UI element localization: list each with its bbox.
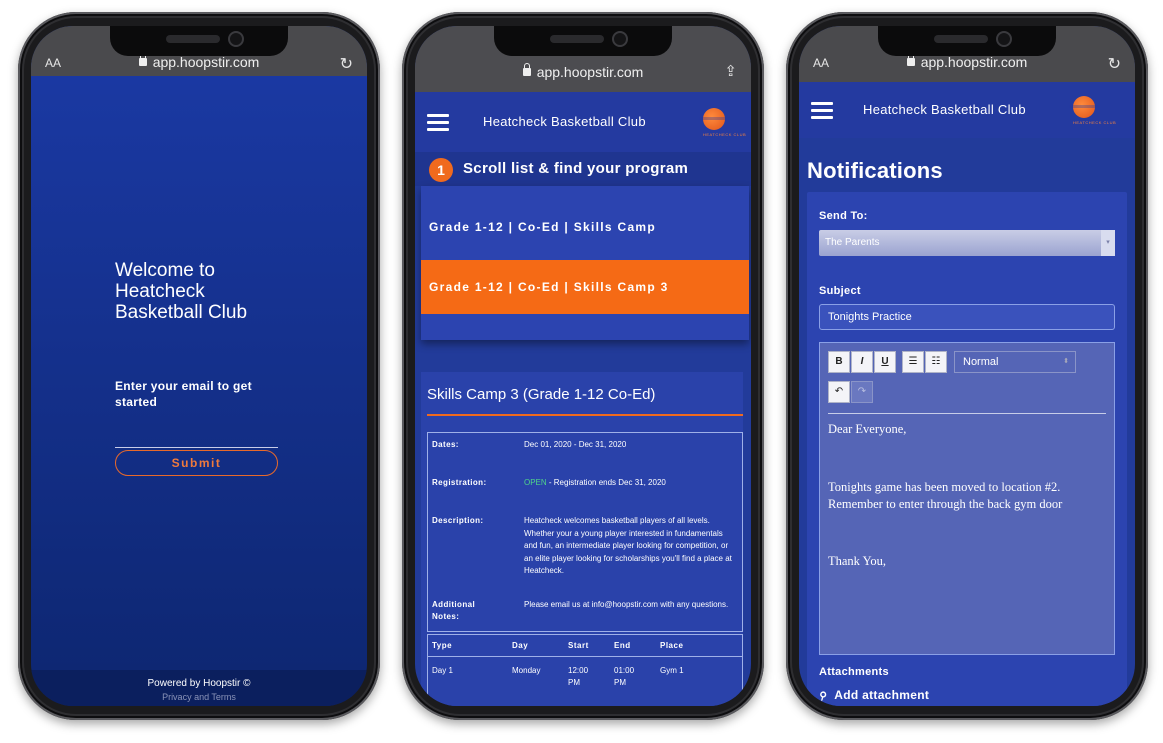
phone-notch bbox=[494, 26, 672, 56]
submit-button[interactable]: Submit bbox=[115, 450, 278, 476]
cell-end: 01:00 PM bbox=[614, 666, 635, 687]
url-label: app.hoopstir.com bbox=[152, 54, 260, 70]
subject-input[interactable] bbox=[819, 304, 1115, 330]
welcome-heading: Welcome to Heatcheck Basketball Club bbox=[115, 260, 248, 323]
col-type: Type bbox=[432, 641, 453, 650]
phone-notifications: AA app.hoopstir.com ↻ Heatcheck Basketba… bbox=[786, 12, 1148, 720]
email-input[interactable] bbox=[115, 432, 278, 448]
phone-notch bbox=[110, 26, 288, 56]
menu-icon[interactable] bbox=[811, 102, 833, 120]
body-line: Thank You, bbox=[828, 554, 886, 568]
add-attachment-label: Add attachment bbox=[834, 688, 930, 702]
club-logo-text: HEATCHECK CLUB bbox=[703, 132, 747, 137]
paperclip-icon: ⌕ bbox=[815, 684, 832, 705]
phone-login: AA app.hoopstir.com ↻ Welcome to Heatche… bbox=[18, 12, 380, 720]
url-text[interactable]: app.hoopstir.com bbox=[415, 63, 751, 80]
schedule-header: Type Day Start End Place bbox=[428, 635, 742, 657]
step-instruction: Scroll list & find your program bbox=[463, 160, 689, 177]
app-header: Heatcheck Basketball Club HEATCHECK CLUB bbox=[415, 92, 751, 152]
description-label: Description: bbox=[432, 516, 484, 525]
add-attachment-button[interactable]: ⌕ Add attachment bbox=[815, 685, 930, 704]
cell-type: Day 1 bbox=[432, 666, 453, 675]
notes-value: Please email us at info@hoopstir.com wit… bbox=[524, 600, 729, 609]
format-select[interactable]: Normal ⬍ bbox=[954, 351, 1076, 373]
message-body[interactable]: Dear Everyone, Tonights game has been mo… bbox=[828, 421, 1108, 570]
reload-icon[interactable]: ↻ bbox=[340, 54, 353, 74]
url-text[interactable]: app.hoopstir.com bbox=[31, 53, 367, 70]
login-footer: Powered by Hoopstir © Privacy and Terms bbox=[31, 670, 367, 706]
club-logo-icon bbox=[1069, 96, 1099, 118]
body-line: Dear Everyone, bbox=[828, 422, 907, 436]
program-item[interactable]: Grade 1-12 | Co-Ed | Skills Camp bbox=[421, 200, 749, 254]
step-banner: 1 Scroll list & find your program bbox=[415, 152, 751, 186]
notifications-screen: AA app.hoopstir.com ↻ Heatcheck Basketba… bbox=[799, 26, 1135, 706]
notes-label: Additional Notes: bbox=[432, 600, 476, 621]
lock-icon bbox=[522, 63, 531, 76]
lock-icon bbox=[906, 53, 915, 66]
italic-button[interactable]: I bbox=[851, 351, 873, 373]
program-info-table: Dates: Dec 01, 2020 - Dec 31, 2020 Regis… bbox=[427, 432, 743, 632]
program-detail-title: Skills Camp 3 (Grade 1-12 Co-Ed) bbox=[427, 386, 656, 403]
url-label: app.hoopstir.com bbox=[536, 64, 644, 80]
send-to-select[interactable]: The Parents ▾ bbox=[819, 230, 1115, 256]
body-line: Remember to enter through the back gym d… bbox=[828, 497, 1063, 511]
email-prompt: Enter your email to get started bbox=[115, 379, 252, 409]
col-end: End bbox=[614, 641, 631, 650]
bullet-list-icon[interactable]: ☰ bbox=[902, 351, 924, 373]
program-list[interactable]: Grade 1-12 | Co-Ed | Skills Camp Grade 1… bbox=[421, 186, 749, 340]
toolbar-divider bbox=[828, 413, 1106, 414]
description-value: Heatcheck welcomes basketball players of… bbox=[524, 516, 732, 576]
subject-label: Subject bbox=[819, 285, 861, 297]
title-underline bbox=[427, 414, 743, 416]
cell-day: Monday bbox=[512, 666, 541, 675]
message-editor[interactable]: B I U ☰ ☷ Normal ⬍ ↶ ↷ Dear Everyone, Ton… bbox=[819, 342, 1115, 655]
notification-form: Send To: The Parents ▾ Subject B I U ☰ ☷… bbox=[807, 192, 1127, 706]
col-day: Day bbox=[512, 641, 529, 650]
chevron-down-icon: ⬍ bbox=[1063, 358, 1069, 365]
col-place: Place bbox=[660, 641, 684, 650]
club-name: Heatcheck Basketball Club bbox=[863, 102, 1026, 117]
app-header: Heatcheck Basketball Club HEATCHECK CLUB bbox=[799, 82, 1135, 138]
dates-value: Dec 01, 2020 - Dec 31, 2020 bbox=[524, 440, 627, 449]
undo-icon[interactable]: ↶ bbox=[828, 381, 850, 403]
phone-notch bbox=[878, 26, 1056, 56]
step-number-badge: 1 bbox=[429, 158, 453, 182]
program-item-selected[interactable]: Grade 1-12 | Co-Ed | Skills Camp 3 bbox=[421, 260, 749, 314]
club-name: Heatcheck Basketball Club bbox=[483, 114, 646, 129]
registration-label: Registration: bbox=[432, 478, 487, 487]
cell-place: Gym 1 bbox=[660, 666, 684, 675]
page-title: Notifications bbox=[807, 158, 943, 183]
chevron-down-icon: ▾ bbox=[1101, 230, 1115, 256]
underline-button[interactable]: U bbox=[874, 351, 896, 373]
privacy-terms-link[interactable]: Privacy and Terms bbox=[31, 692, 367, 702]
login-screen: AA app.hoopstir.com ↻ Welcome to Heatche… bbox=[31, 26, 367, 706]
program-detail: Skills Camp 3 (Grade 1-12 Co-Ed) Dates: … bbox=[421, 372, 743, 706]
reload-icon[interactable]: ↻ bbox=[1108, 54, 1121, 74]
attachments-label: Attachments bbox=[819, 666, 889, 678]
body-line: Tonights game has been moved to location… bbox=[828, 480, 1061, 494]
url-text[interactable]: app.hoopstir.com bbox=[799, 53, 1135, 70]
club-logo-text: HEATCHECK CLUB bbox=[1073, 120, 1117, 125]
powered-by-text: Powered by Hoopstir © bbox=[147, 678, 251, 689]
registration-text: - Registration ends Dec 31, 2020 bbox=[546, 478, 666, 487]
phone-programs: app.hoopstir.com ⇪ Heatcheck Basketball … bbox=[402, 12, 764, 720]
dates-label: Dates: bbox=[432, 440, 459, 449]
redo-icon[interactable]: ↷ bbox=[851, 381, 873, 403]
col-start: Start bbox=[568, 641, 589, 650]
registration-value: OPEN - Registration ends Dec 31, 2020 bbox=[524, 477, 736, 489]
numbered-list-icon[interactable]: ☷ bbox=[925, 351, 947, 373]
club-logo-icon bbox=[699, 108, 729, 130]
menu-icon[interactable] bbox=[427, 114, 449, 132]
programs-screen: app.hoopstir.com ⇪ Heatcheck Basketball … bbox=[415, 26, 751, 706]
bold-button[interactable]: B bbox=[828, 351, 850, 373]
registration-status: OPEN bbox=[524, 478, 547, 487]
schedule-table: Type Day Start End Place Day 1 Monday 12… bbox=[427, 634, 743, 706]
format-value: Normal bbox=[963, 356, 999, 368]
send-to-value: The Parents bbox=[825, 237, 880, 248]
share-icon[interactable]: ⇪ bbox=[724, 62, 737, 80]
send-to-label: Send To: bbox=[819, 210, 868, 222]
lock-icon bbox=[138, 53, 147, 66]
url-label: app.hoopstir.com bbox=[920, 54, 1028, 70]
cell-start: 12:00 PM bbox=[568, 666, 589, 687]
